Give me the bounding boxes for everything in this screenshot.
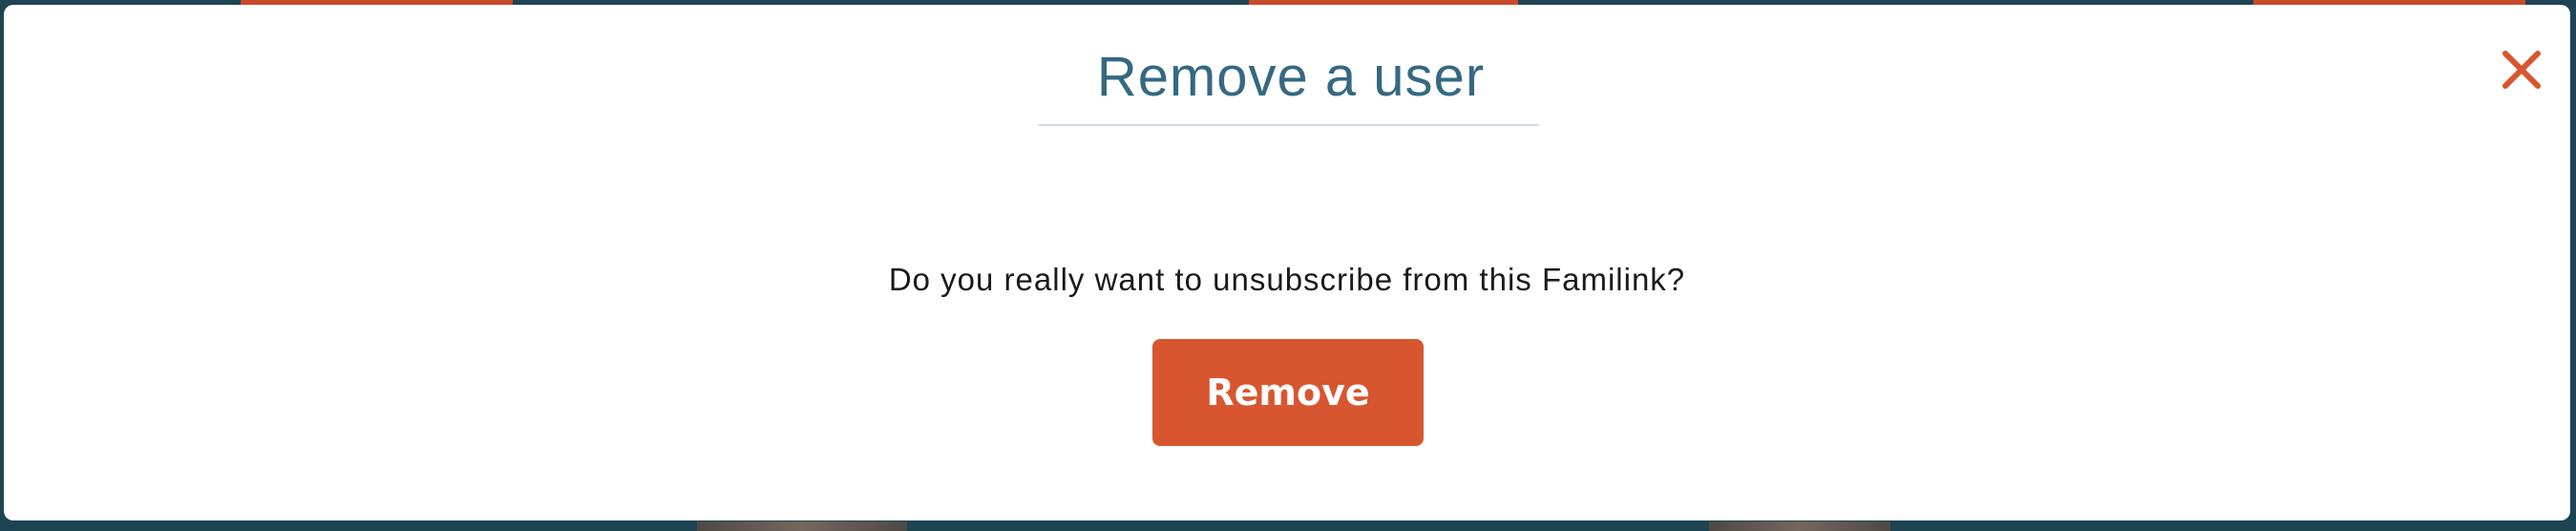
remove-button[interactable]: Remove	[1152, 339, 1424, 446]
title-divider	[1038, 124, 1539, 126]
close-button[interactable]	[2498, 46, 2545, 94]
confirmation-message: Do you really want to unsubscribe from t…	[888, 262, 1686, 297]
backdrop-photo	[1709, 521, 1890, 531]
close-icon	[2502, 51, 2541, 89]
modal-title: Remove a user	[1096, 46, 1486, 108]
backdrop-photo	[697, 521, 907, 531]
remove-user-modal: Remove a user Do you really want to unsu…	[4, 5, 2570, 520]
